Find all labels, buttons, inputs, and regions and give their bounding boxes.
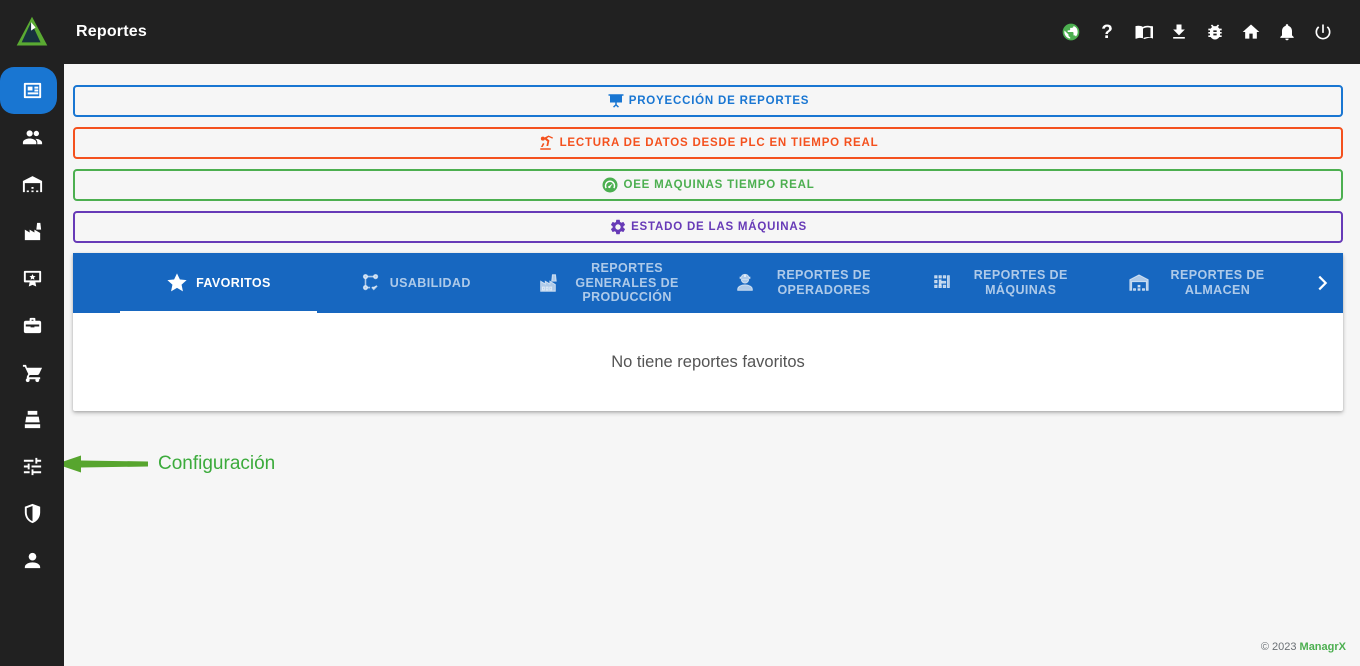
favorites-panel: No tiene reportes favoritos [73,313,1343,411]
documentation-book-icon[interactable] [1132,21,1154,43]
tab-reportes-generales-produccion[interactable]: REPORTES GENERALES DE PRODUCCIÓN [514,253,711,313]
shopping-cart-icon [21,361,44,384]
factory-icon [21,220,44,243]
tab-label: USABILIDAD [390,276,471,291]
quick-button-label: ESTADO DE LAS MÁQUINAS [631,221,807,233]
report-icon [21,79,44,102]
tab-pagination-left [73,253,120,313]
briefcase-icon [21,314,44,337]
tab-label: REPORTES DE ALMACEN [1158,268,1278,298]
sidebar-item-configuration[interactable] [0,443,64,490]
badge-card-icon [21,267,44,290]
reports-card: FAVORITOS USABILIDAD REPORTES GENERALES … [73,253,1343,411]
quick-buttons: PROYECCIÓN DE REPORTES LECTURA DE DATOS … [64,64,1360,243]
topbar-actions: ? [1060,21,1360,43]
topbar: Reportes ? [0,0,1360,64]
annotation-label: Configuración [158,453,275,475]
factory-icon [537,272,559,294]
sidebar-item-purchases[interactable] [0,349,64,396]
warehouse-icon [21,173,44,196]
help-icon[interactable]: ? [1096,21,1118,43]
shield-icon [21,502,44,525]
usability-route-icon [360,272,382,294]
main-content: PROYECCIÓN DE REPORTES LECTURA DE DATOS … [64,64,1360,666]
oee-maquinas-button[interactable]: OEE MAQUINAS TIEMPO REAL [73,169,1343,201]
quick-button-label: OEE MAQUINAS TIEMPO REAL [623,179,814,191]
app-logo[interactable] [0,14,64,50]
cash-register-icon [21,408,44,431]
sidebar-item-production[interactable] [0,208,64,255]
tab-label: FAVORITOS [196,276,271,291]
star-icon [166,272,188,294]
sidebar-item-certificates[interactable] [0,255,64,302]
tabs-scroll-right-button[interactable] [1301,253,1343,313]
chevron-right-icon [1311,272,1333,294]
robot-arm-icon [538,134,556,152]
lectura-plc-button[interactable]: LECTURA DE DATOS DESDE PLC EN TIEMPO REA… [73,127,1343,159]
copyright-text: © 2023 [1261,641,1297,653]
operator-icon [734,272,756,294]
sidebar-item-profile[interactable] [0,537,64,584]
tab-label: REPORTES DE MÁQUINAS [961,268,1081,298]
quick-button-label: LECTURA DE DATOS DESDE PLC EN TIEMPO REA… [560,137,879,149]
warehouse-icon [1128,272,1150,294]
empty-favorites-message: No tiene reportes favoritos [611,353,805,372]
tab-label: REPORTES DE OPERADORES [764,268,884,298]
quick-button-label: PROYECCIÓN DE REPORTES [629,95,810,107]
projection-screen-icon [607,92,625,110]
language-globe-icon[interactable] [1060,21,1082,43]
power-icon[interactable] [1312,21,1334,43]
footer: © 2023ManagrX [1261,641,1346,653]
sidebar-item-users[interactable] [0,114,64,161]
configuration-annotation: Configuración [55,453,275,475]
machine-icon [931,272,953,294]
proyeccion-de-reportes-button[interactable]: PROYECCIÓN DE REPORTES [73,85,1343,117]
tab-label: REPORTES GENERALES DE PRODUCCIÓN [567,261,687,305]
reports-tabbar: FAVORITOS USABILIDAD REPORTES GENERALES … [73,253,1343,313]
group-icon [21,126,44,149]
gauge-icon [601,176,619,194]
download-icon[interactable] [1168,21,1190,43]
notifications-bell-icon[interactable] [1276,21,1298,43]
tab-usabilidad[interactable]: USABILIDAD [317,253,514,313]
tab-reportes-almacen[interactable]: REPORTES DE ALMACEN [1104,253,1301,313]
sidebar-item-warehouse[interactable] [0,161,64,208]
tab-favoritos[interactable]: FAVORITOS [120,253,317,313]
sidebar-item-business[interactable] [0,302,64,349]
tab-reportes-operadores[interactable]: REPORTES DE OPERADORES [710,253,907,313]
sidebar [0,64,64,666]
logo-triangle-icon [14,14,50,50]
sidebar-item-reports[interactable] [0,67,64,114]
estado-maquinas-button[interactable]: ESTADO DE LAS MÁQUINAS [73,211,1343,243]
bug-report-icon[interactable] [1204,21,1226,43]
tab-reportes-maquinas[interactable]: REPORTES DE MÁQUINAS [907,253,1104,313]
page-title: Reportes [76,23,147,41]
brand-link[interactable]: ManagrX [1300,641,1346,653]
home-icon[interactable] [1240,21,1262,43]
gear-icon [609,218,627,236]
sidebar-item-point-of-sale[interactable] [0,396,64,443]
tune-sliders-icon [21,455,44,478]
arrow-left-icon [55,453,149,475]
sidebar-item-security[interactable] [0,490,64,537]
person-icon [21,549,44,572]
